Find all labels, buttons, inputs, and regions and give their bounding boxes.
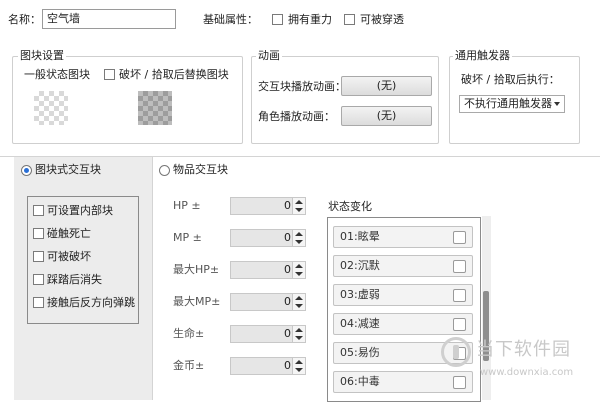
stat-value: 0	[284, 359, 291, 372]
spinner-arrows[interactable]	[292, 198, 305, 214]
arrow-down-icon[interactable]	[295, 240, 303, 244]
arrow-up-icon[interactable]	[295, 264, 303, 268]
block-interact-label: 图块式交互块	[35, 163, 101, 176]
watermark-logo-icon	[441, 337, 471, 367]
spinner-arrows[interactable]	[292, 294, 305, 310]
basic-attr-label: 基础属性：	[203, 13, 258, 26]
stat-spinner[interactable]: 0	[230, 293, 306, 311]
stat-value: 0	[284, 199, 291, 212]
name-label: 名称：	[8, 13, 41, 26]
replace-tile-checkbox[interactable]	[104, 69, 115, 80]
state-item-checkbox[interactable]	[453, 231, 466, 244]
stat-label: MP ±	[173, 231, 202, 244]
stat-spinner[interactable]: 0	[230, 325, 306, 343]
state-item-label: 06:中毒	[340, 375, 380, 388]
option-label: 踩踏后消失	[47, 273, 102, 286]
arrow-down-icon[interactable]	[295, 304, 303, 308]
gravity-checkbox[interactable]	[272, 14, 283, 25]
state-change-title: 状态变化	[328, 200, 372, 213]
stat-spinner[interactable]: 0	[230, 229, 306, 247]
option-checkbox[interactable]	[33, 274, 44, 285]
normal-tile-preview[interactable]	[34, 91, 68, 125]
stat-value: 0	[284, 295, 291, 308]
trigger-select[interactable]: 不执行通用触发器	[459, 95, 565, 113]
arrow-up-icon[interactable]	[295, 200, 303, 204]
arrow-down-icon[interactable]	[295, 368, 303, 372]
state-item[interactable]: 02:沉默	[333, 255, 473, 277]
stat-spinner[interactable]: 0	[230, 357, 306, 375]
state-item-label: 01:眩晕	[340, 230, 380, 243]
option-checkbox[interactable]	[33, 228, 44, 239]
state-item[interactable]: 04:减速	[333, 313, 473, 335]
option-label: 可设置内部块	[47, 204, 113, 217]
animation-group	[251, 56, 439, 144]
normal-tile-label: 一般状态图块	[24, 68, 90, 81]
interact-anim-label: 交互块播放动画：	[258, 80, 346, 93]
option-label: 接触后反方向弹跳	[47, 296, 135, 309]
trigger-title: 通用触发器	[453, 49, 512, 63]
state-item[interactable]: 06:中毒	[333, 371, 473, 393]
role-anim-button[interactable]: (无)	[341, 106, 432, 126]
block-interact-radio[interactable]	[21, 165, 32, 176]
arrow-down-icon[interactable]	[295, 336, 303, 340]
gravity-label: 拥有重力	[288, 13, 332, 26]
state-item-label: 05:易伤	[340, 346, 380, 359]
state-change-list[interactable]: 01:眩晕 02:沉默 03:虚弱 04:减速 05:易伤 06:中毒	[327, 217, 481, 402]
arrow-up-icon[interactable]	[295, 232, 303, 236]
block-settings-title: 图块设置	[18, 49, 66, 63]
arrow-down-icon[interactable]	[295, 272, 303, 276]
replace-tile-preview[interactable]	[138, 91, 172, 125]
watermark-url: www.downxia.com	[480, 367, 574, 378]
watermark-text: 当下软件园	[476, 339, 571, 360]
panel-vertical-divider	[152, 157, 153, 400]
arrow-up-icon[interactable]	[295, 296, 303, 300]
state-item[interactable]: 03:虚弱	[333, 284, 473, 306]
state-item-checkbox[interactable]	[453, 318, 466, 331]
option-checkbox[interactable]	[33, 251, 44, 262]
spinner-arrows[interactable]	[292, 262, 305, 278]
interact-anim-button[interactable]: (无)	[341, 76, 432, 96]
option-label: 可被破坏	[47, 250, 91, 263]
spinner-arrows[interactable]	[292, 326, 305, 342]
stat-value: 0	[284, 263, 291, 276]
state-item-label: 03:虚弱	[340, 288, 380, 301]
option-label: 碰触死亡	[47, 227, 91, 240]
state-item-checkbox[interactable]	[453, 289, 466, 302]
state-item-checkbox[interactable]	[453, 376, 466, 389]
option-checkbox[interactable]	[33, 297, 44, 308]
state-item-checkbox[interactable]	[453, 260, 466, 273]
name-input[interactable]: 空气墙	[42, 9, 176, 29]
state-item-label: 02:沉默	[340, 259, 380, 272]
animation-title: 动画	[256, 49, 282, 63]
arrow-down-icon[interactable]	[295, 208, 303, 212]
stat-spinner[interactable]: 0	[230, 197, 306, 215]
stat-label: 金币±	[173, 359, 205, 372]
stat-label: 最大MP±	[173, 295, 221, 308]
stat-label: 生命±	[173, 327, 205, 340]
stat-value: 0	[284, 327, 291, 340]
arrow-up-icon[interactable]	[295, 360, 303, 364]
item-interact-radio[interactable]	[159, 165, 170, 176]
stat-label: HP ±	[173, 199, 201, 212]
spinner-arrows[interactable]	[292, 230, 305, 246]
trigger-exec-label: 破坏 / 拾取后执行：	[461, 73, 560, 86]
trigger-select-value: 不执行通用触发器	[464, 97, 552, 110]
state-item[interactable]: 01:眩晕	[333, 226, 473, 248]
name-input-value: 空气墙	[47, 12, 80, 25]
state-item-label: 04:减速	[340, 317, 380, 330]
stat-value: 0	[284, 231, 291, 244]
spinner-arrows[interactable]	[292, 358, 305, 374]
replace-tile-label: 破坏 / 拾取后替换图块	[119, 68, 229, 81]
stat-label: 最大HP±	[173, 263, 220, 276]
pass-through-checkbox[interactable]	[344, 14, 355, 25]
pass-through-label: 可被穿透	[360, 13, 404, 26]
chevron-down-icon	[554, 102, 560, 106]
option-checkbox[interactable]	[33, 205, 44, 216]
item-interact-label: 物品交互块	[173, 163, 228, 176]
arrow-up-icon[interactable]	[295, 328, 303, 332]
role-anim-label: 角色播放动画：	[258, 110, 335, 123]
stat-spinner[interactable]: 0	[230, 261, 306, 279]
